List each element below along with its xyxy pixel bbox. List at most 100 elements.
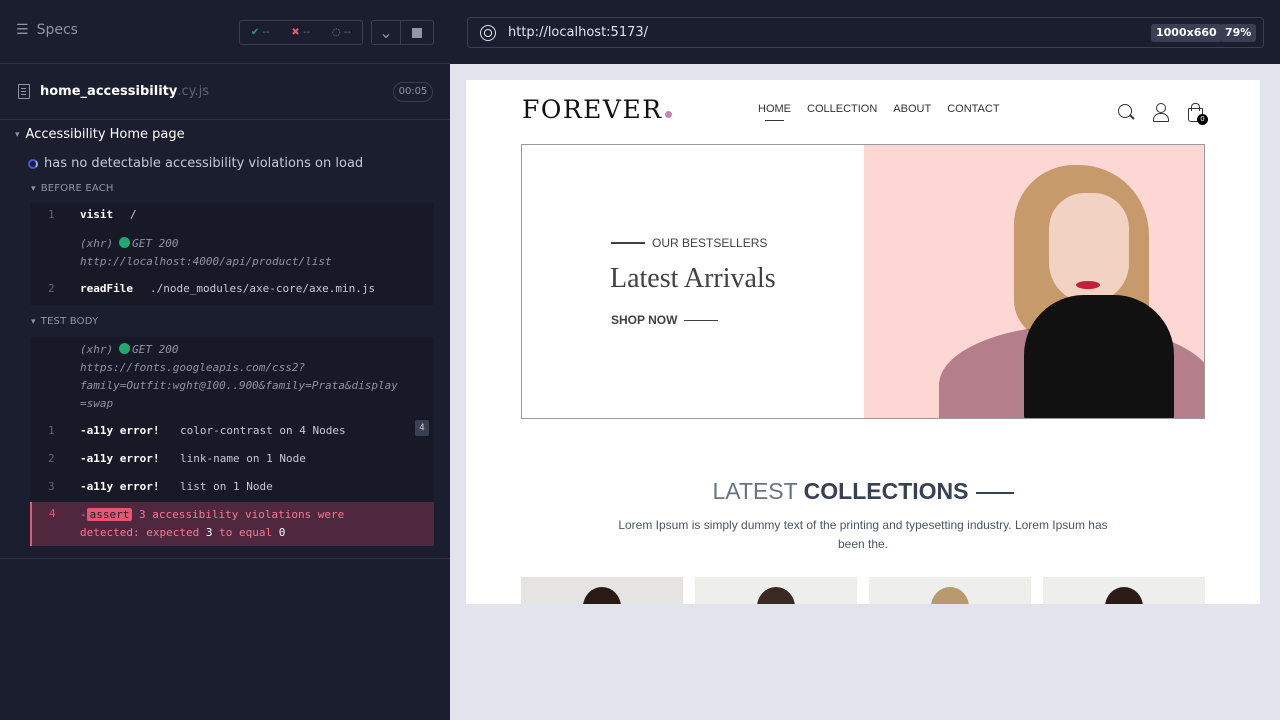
hook-label: TEST BODY xyxy=(40,316,99,327)
command-arg: ./node_modules/axe-core/axe.min.js xyxy=(150,282,376,295)
section-description: Lorem Ipsum is simply dummy text of the … xyxy=(618,518,1108,551)
hero-kicker: OUR BESTSELLERS xyxy=(611,236,767,250)
command-name: visit xyxy=(80,208,114,221)
url-text[interactable]: http://localhost:5173/ xyxy=(508,25,648,40)
command-name: readFile xyxy=(80,282,133,295)
menu-icon: ☰ xyxy=(16,22,29,38)
xhr-status: GET 200 xyxy=(132,343,179,356)
divider-line xyxy=(611,242,645,244)
command-name: -a11y error! xyxy=(80,452,160,465)
command-number: 2 xyxy=(48,282,55,295)
pending-count: -- xyxy=(343,27,352,38)
command-name: -a11y error! xyxy=(80,480,160,493)
cart-icon[interactable]: 0 xyxy=(1186,102,1208,125)
hero-text-area: OUR BESTSELLERS Latest Arrivals SHOP NOW xyxy=(522,145,864,418)
xhr-status: GET 200 xyxy=(132,237,179,250)
test-label: has no detectable accessibility violatio… xyxy=(44,156,364,171)
command-arg: list on 1 Node xyxy=(180,480,273,493)
before-each-hook[interactable]: ▾ BEFORE EACH xyxy=(31,183,114,194)
product-image xyxy=(757,587,795,604)
hero-image xyxy=(864,145,1204,418)
section-title: LATEST COLLECTIONS xyxy=(466,478,1260,505)
product-card[interactable] xyxy=(1043,577,1205,604)
error-text-2: detected: expected xyxy=(80,526,200,539)
shop-now-link[interactable]: SHOP NOW xyxy=(611,313,719,327)
zoom-badge: 79% xyxy=(1220,24,1257,42)
assert-tag: assert xyxy=(86,508,133,521)
browser-panel: http://localhost:5173/ 1000x660 79% FORE… xyxy=(450,0,1280,720)
error-prefix: - xyxy=(80,508,87,521)
title-bold: COLLECTIONS xyxy=(803,478,969,504)
hook-label: BEFORE EACH xyxy=(40,183,114,194)
file-icon xyxy=(18,84,30,99)
specs-label: Specs xyxy=(36,22,78,38)
assert-error-row[interactable]: 4 - assert 3 accessibility violations wer… xyxy=(30,502,434,546)
url-bar[interactable]: http://localhost:5173/ 1000x660 79% xyxy=(467,17,1264,48)
stop-button[interactable] xyxy=(400,20,434,45)
user-icon[interactable] xyxy=(1151,102,1171,122)
xhr-label: (xhr) xyxy=(80,343,114,356)
app-under-test: FOREVER HOME COLLECTION ABOUT CONTACT 0 … xyxy=(466,80,1260,604)
logo-dot-icon xyxy=(664,111,672,118)
cart-count-badge: 0 xyxy=(1197,114,1208,125)
test-title[interactable]: has no detectable accessibility violatio… xyxy=(28,156,363,171)
collapse-button[interactable]: ⌄ xyxy=(371,20,401,45)
hero-banner: OUR BESTSELLERS Latest Arrivals SHOP NOW xyxy=(521,144,1205,419)
chevron-down-icon: ▾ xyxy=(15,129,20,140)
product-image xyxy=(1105,587,1143,604)
xhr-row[interactable]: (xhr) GET 200 http://localhost:4000/api/p… xyxy=(80,235,332,271)
expected-value: 3 xyxy=(205,526,213,539)
command-number: 3 xyxy=(48,480,55,493)
count-badge: 4 xyxy=(415,420,429,436)
command-arg: / xyxy=(130,208,137,221)
failed-icon: ✖ xyxy=(291,27,300,38)
product-card[interactable] xyxy=(695,577,857,604)
xhr-label: (xhr) xyxy=(80,237,114,250)
status-dot-icon xyxy=(119,343,131,354)
duration-badge: 00:05 xyxy=(393,82,433,102)
url-bar-area: http://localhost:5173/ 1000x660 79% xyxy=(450,0,1280,64)
chevron-down-icon: ▾ xyxy=(31,316,36,327)
spec-file-row: home_accessibility.cy.js 00:05 xyxy=(0,64,450,120)
hero-scarf-shape xyxy=(1024,295,1174,418)
header-icons: 0 xyxy=(1116,102,1208,125)
nav-about[interactable]: ABOUT xyxy=(893,103,931,115)
logo-text: FOREVER xyxy=(522,95,663,124)
nav-home[interactable]: HOME xyxy=(758,103,791,121)
xhr-url: https://fonts.googleapis.com/css2? xyxy=(80,361,306,374)
run-stats: ✔ -- ✖ -- ◌ -- xyxy=(239,20,363,45)
product-card[interactable] xyxy=(869,577,1031,604)
suite-label: Accessibility Home page xyxy=(25,127,185,142)
chevron-down-icon: ▾ xyxy=(31,183,36,194)
suite-title[interactable]: ▾ Accessibility Home page xyxy=(15,127,185,142)
xhr-row[interactable]: (xhr) GET 200 https://fonts.googleapis.co… xyxy=(80,341,398,413)
xhr-url: =swap xyxy=(80,397,114,410)
reporter-panel: ☰ Specs ✔ -- ✖ -- ◌ -- ⌄ home_accessibil… xyxy=(0,0,450,720)
divider-line xyxy=(684,319,719,321)
search-icon[interactable] xyxy=(1116,102,1136,122)
specs-toggle[interactable]: ☰ Specs xyxy=(16,22,78,38)
nav-collection[interactable]: COLLECTION xyxy=(807,103,877,115)
viewport-size-badge[interactable]: 1000x660 xyxy=(1151,24,1222,42)
command-name: -a11y error! xyxy=(80,424,160,437)
status-dot-icon xyxy=(119,237,131,248)
divider xyxy=(0,558,450,559)
chevron-down-icon: ⌄ xyxy=(379,23,393,42)
product-card[interactable] xyxy=(521,577,683,604)
command-number: 2 xyxy=(48,452,55,465)
site-logo[interactable]: FOREVER xyxy=(522,95,672,124)
command-number: 1 xyxy=(48,208,55,221)
hero-lips-shape xyxy=(1076,281,1100,289)
spec-file-name[interactable]: home_accessibility.cy.js xyxy=(40,84,209,99)
passed-count: -- xyxy=(262,27,270,38)
test-body-commands: (xhr) GET 200 https://fonts.googleapis.co… xyxy=(30,337,434,502)
command-number: 4 xyxy=(49,507,56,520)
divider-line xyxy=(975,491,1014,494)
test-body-hook[interactable]: ▾ TEST BODY xyxy=(31,316,98,327)
nav-contact[interactable]: CONTACT xyxy=(947,103,999,115)
cta-text: SHOP NOW xyxy=(611,313,678,327)
command-arg: link-name on 1 Node xyxy=(180,452,306,465)
title-light: LATEST xyxy=(712,478,798,504)
kicker-text: OUR BESTSELLERS xyxy=(652,236,768,250)
xhr-url: http://localhost:4000/api/product/list xyxy=(80,255,332,268)
